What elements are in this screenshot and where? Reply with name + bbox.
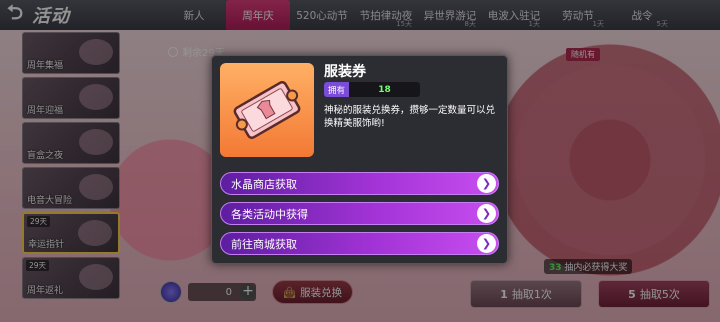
owned-count-bar: 拥有 18 (324, 82, 420, 97)
item-info-popup: 服装券 拥有 18 神秘的服装兑换券，攒够一定数量可以兑换精美服饰哟! 水晶商店… (211, 55, 508, 264)
source-label: 水晶商店获取 (231, 177, 297, 191)
ticket-icon (233, 80, 301, 140)
owned-label: 拥有 (324, 82, 350, 97)
chevron-right-icon: ❯ (477, 174, 496, 193)
source-events-button[interactable]: 各类活动中获得 ❯ (220, 202, 499, 225)
item-icon-card (220, 63, 314, 157)
item-name: 服装券 (324, 64, 366, 80)
source-crystal-shop-button[interactable]: 水晶商店获取 ❯ (220, 172, 499, 195)
source-label: 各类活动中获得 (231, 207, 308, 221)
owned-count: 18 (378, 84, 391, 95)
chevron-right-icon: ❯ (477, 204, 496, 223)
source-label: 前往商城获取 (231, 237, 297, 251)
chevron-right-icon: ❯ (477, 234, 496, 253)
source-mall-button[interactable]: 前往商城获取 ❯ (220, 232, 499, 255)
item-description: 神秘的服装兑换券，攒够一定数量可以兑换精美服饰哟! (324, 105, 496, 129)
